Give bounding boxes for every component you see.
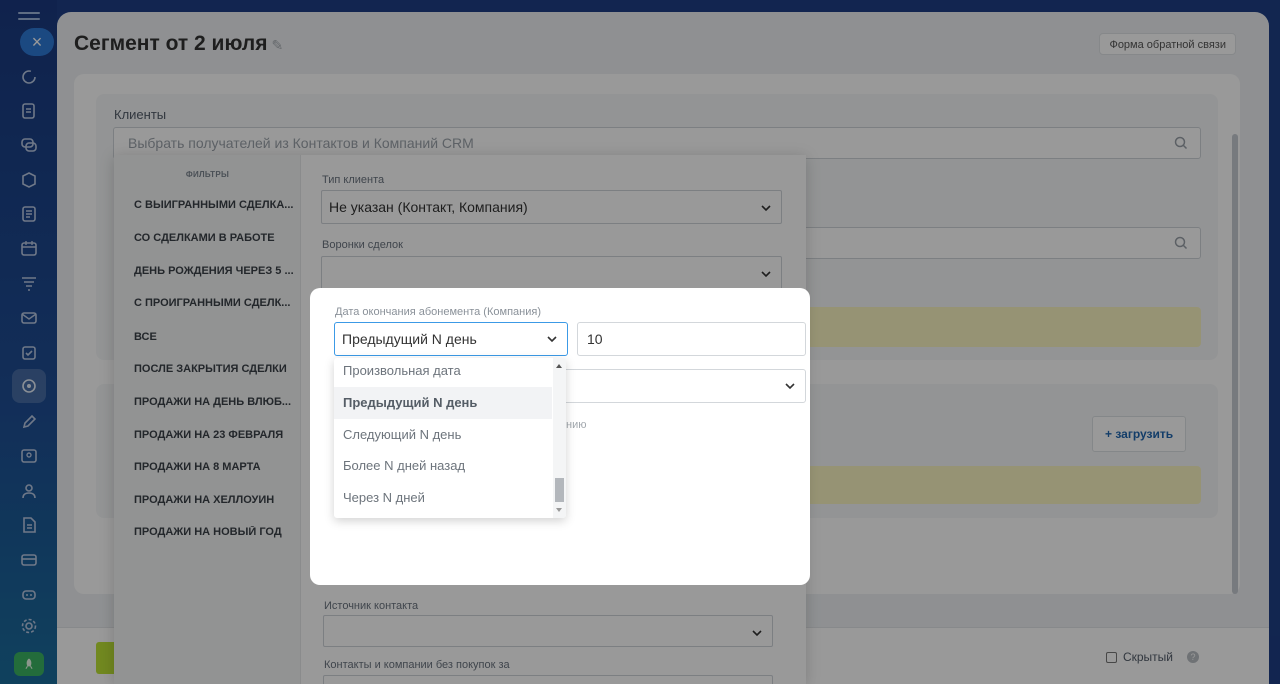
dropdown-option[interactable]: Произвольная дата: [334, 358, 552, 387]
period-type-value: Предыдущий N день: [342, 331, 477, 347]
scroll-thumb[interactable]: [555, 478, 564, 502]
dropdown-option[interactable]: Через N дней: [334, 482, 552, 514]
subscription-end-date-label: Дата окончания абонемента (Компания): [335, 306, 541, 318]
scroll-up-icon[interactable]: [556, 364, 562, 368]
period-dropdown: Произвольная дата Предыдущий N день След…: [334, 358, 566, 518]
dropdown-option[interactable]: Следующий N день: [334, 419, 552, 451]
n-days-input[interactable]: 10: [577, 322, 806, 356]
hint-text: нию: [566, 419, 587, 431]
scroll-down-icon[interactable]: [556, 508, 562, 512]
dropdown-scrollbar[interactable]: [553, 358, 566, 518]
chevron-down-icon: [547, 336, 557, 343]
date-filter-modal: Дата окончания абонемента (Компания) Пре…: [310, 288, 810, 585]
dropdown-option-selected[interactable]: Предыдущий N день: [334, 387, 552, 419]
period-type-select[interactable]: Предыдущий N день: [334, 322, 568, 356]
chevron-down-icon: [785, 383, 795, 390]
dropdown-option[interactable]: Более N дней назад: [334, 450, 552, 482]
